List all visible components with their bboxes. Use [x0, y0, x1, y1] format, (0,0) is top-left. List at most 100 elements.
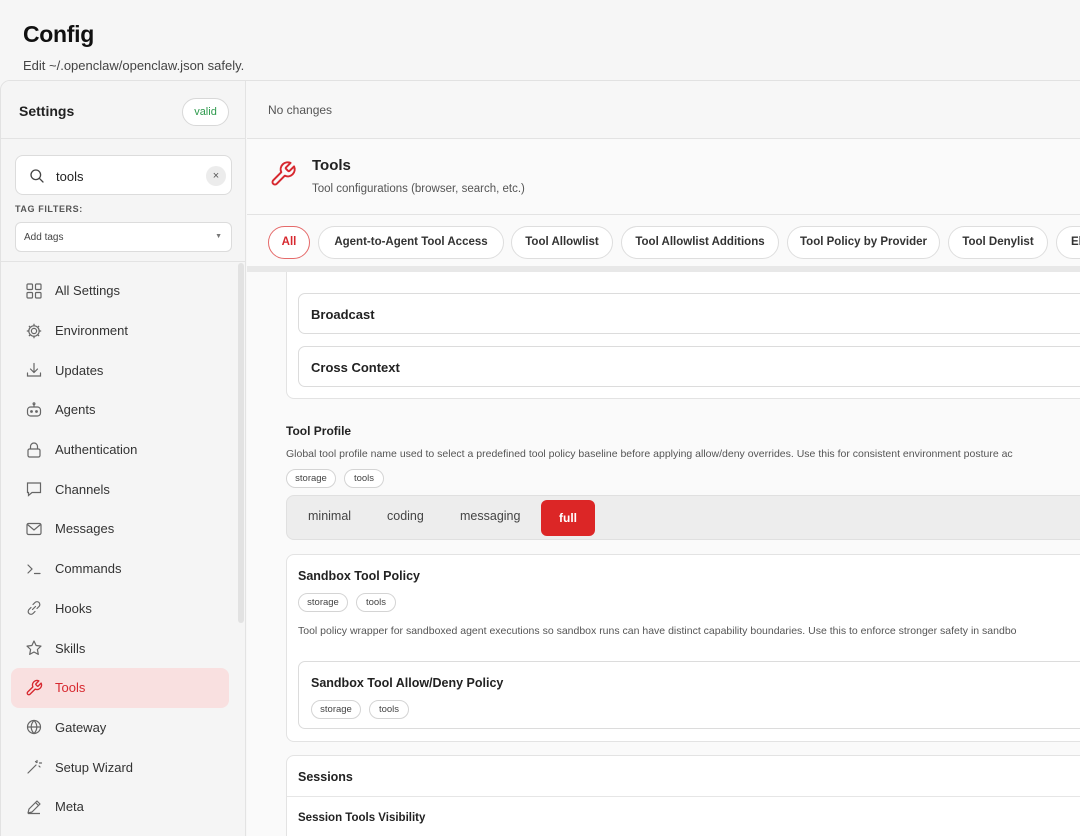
sidebar-item-channels[interactable]: Channels [11, 469, 229, 509]
clear-search-button[interactable]: × [206, 166, 226, 186]
settings-content: Broadcast Cross Context Tool Profile Glo… [269, 272, 1080, 836]
mail-icon [26, 522, 42, 536]
sessions-header[interactable]: Sessions [287, 756, 1080, 797]
sidebar-item-authentication[interactable]: Authentication [11, 430, 229, 470]
option-coding[interactable]: coding [387, 509, 424, 523]
chip-all[interactable]: All [268, 226, 310, 259]
sidebar-item-label: Meta [55, 799, 84, 815]
sidebar-item-meta[interactable]: Meta [11, 787, 229, 827]
globe-icon [26, 720, 42, 735]
sidebar-item-gateway[interactable]: Gateway [11, 708, 229, 748]
sessions-card: Sessions Session Tools Visibility [286, 755, 1080, 836]
sandbox-title: Sandbox Tool Policy [298, 569, 421, 583]
sidebar-item-environment[interactable]: Environment [11, 311, 229, 351]
status-bar: No changes [247, 81, 1080, 139]
tool-profile-selector: minimal coding messaging full [286, 495, 1080, 540]
sidebar-item-hooks[interactable]: Hooks [11, 589, 229, 629]
main-content: No changes Tools Tool configurations (br… [247, 81, 1080, 836]
pen-icon [27, 800, 41, 814]
sidebar-item-label: Skills [55, 640, 86, 656]
chip-truncated[interactable]: El [1056, 226, 1080, 259]
sidebar-item-messages[interactable]: Messages [11, 509, 229, 549]
sidebar-item-agents[interactable]: Agents [11, 390, 229, 430]
row-label: Broadcast [311, 307, 375, 322]
sidebar-item-label: Gateway [55, 719, 107, 735]
chip-tool-allowlist[interactable]: Tool Allowlist [511, 226, 613, 259]
wrench-icon [26, 679, 43, 696]
status-badge: valid [182, 98, 229, 126]
sidebar-item-label: Tools [55, 680, 86, 696]
section-title: Tools [312, 157, 351, 174]
tag-tools: tools [356, 593, 396, 612]
cross-context-row[interactable]: Cross Context [298, 346, 1080, 387]
row-label: Cross Context [311, 360, 400, 375]
sandbox-tool-policy-card: Sandbox Tool Policy storage tools Tool p… [286, 554, 1080, 742]
sidebar-item-label: Setup Wizard [55, 759, 134, 775]
tool-access-card: Broadcast Cross Context [286, 272, 1080, 399]
page-header: Config Edit ~/.openclaw/openclaw.json sa… [0, 0, 1080, 80]
sidebar-scrollbar[interactable] [238, 263, 244, 623]
wand-icon [27, 759, 43, 774]
sidebar-item-label: Authentication [55, 442, 138, 458]
broadcast-row[interactable]: Broadcast [298, 293, 1080, 334]
section-description: Tool configurations (browser, search, et… [312, 183, 525, 195]
search-input[interactable] [56, 166, 196, 186]
gear-icon [26, 323, 42, 338]
tag-filter-select[interactable]: Add tags ▼ [15, 222, 232, 252]
tag-tools: tools [369, 700, 409, 719]
chip-tool-policy-by-provider[interactable]: Tool Policy by Provider [787, 226, 940, 259]
chat-icon [26, 482, 42, 498]
page-subtitle: Edit ~/.openclaw/openclaw.json safely. [23, 58, 245, 73]
star-icon [26, 640, 42, 656]
search-box[interactable]: × [15, 155, 232, 195]
tool-profile-title: Tool Profile [286, 424, 352, 438]
sidebar-item-label: Messages [55, 521, 115, 537]
sidebar-item-label: Hooks [55, 600, 92, 616]
sidebar-item-all-settings[interactable]: All Settings [11, 271, 229, 311]
tag-filters-label: TAG FILTERS: [15, 204, 83, 214]
download-icon [26, 363, 42, 377]
tag-tools: tools [344, 469, 384, 488]
option-full[interactable]: full [541, 500, 595, 536]
link-icon [27, 601, 41, 616]
sidebar-item-label: Channels [55, 481, 110, 497]
sidebar-divider [1, 261, 246, 262]
sidebar-item-label: All Settings [55, 283, 121, 299]
option-minimal[interactable]: minimal [308, 509, 351, 523]
terminal-icon [27, 564, 41, 574]
grid-icon [26, 283, 42, 299]
sidebar-item-setup-wizard[interactable]: Setup Wizard [11, 747, 229, 787]
settings-sidebar: Settings valid × TAG FILTERS: Add tags ▼… [1, 81, 246, 836]
tag-storage: storage [286, 469, 336, 488]
sidebar-item-label: Agents [55, 402, 96, 418]
lock-icon [27, 442, 41, 458]
sidebar-item-tools[interactable]: Tools [11, 667, 229, 708]
sidebar-nav: All Settings Environment Updates Agents … [11, 271, 229, 827]
config-panel: Settings valid × TAG FILTERS: Add tags ▼… [0, 80, 1080, 836]
chip-tool-allowlist-additions[interactable]: Tool Allowlist Additions [621, 226, 779, 259]
tag-storage: storage [298, 593, 348, 612]
chip-agent-to-agent-tool-access[interactable]: Agent-to-Agent Tool Access [318, 226, 504, 259]
chevron-down-icon: ▼ [215, 233, 222, 240]
status-text: No changes [268, 103, 333, 117]
section-header [247, 139, 1080, 215]
option-messaging[interactable]: messaging [460, 509, 520, 523]
session-tools-visibility-title: Session Tools Visibility [298, 812, 426, 824]
page-title: Config [23, 21, 95, 47]
sidebar-item-label: Updates [55, 362, 104, 378]
search-icon [30, 169, 44, 183]
chip-tool-denylist[interactable]: Tool Denylist [948, 226, 1048, 259]
sandbox-description: Tool policy wrapper for sandboxed agent … [298, 625, 1017, 637]
sidebar-item-commands[interactable]: Commands [11, 549, 229, 589]
sidebar-item-updates[interactable]: Updates [11, 350, 229, 390]
sandbox-allow-deny-card[interactable]: Sandbox Tool Allow/Deny Policy storage t… [298, 661, 1080, 729]
sidebar-item-skills[interactable]: Skills [11, 628, 229, 668]
tag-select-placeholder: Add tags [24, 232, 64, 243]
sub-card-title: Sandbox Tool Allow/Deny Policy [311, 676, 504, 690]
robot-icon [26, 402, 42, 417]
sidebar-item-label: Commands [55, 561, 122, 577]
tool-profile-description: Global tool profile name used to select … [286, 448, 1013, 460]
sidebar-item-label: Environment [55, 323, 128, 339]
sidebar-title: Settings [19, 103, 75, 119]
wrench-icon [271, 161, 296, 186]
